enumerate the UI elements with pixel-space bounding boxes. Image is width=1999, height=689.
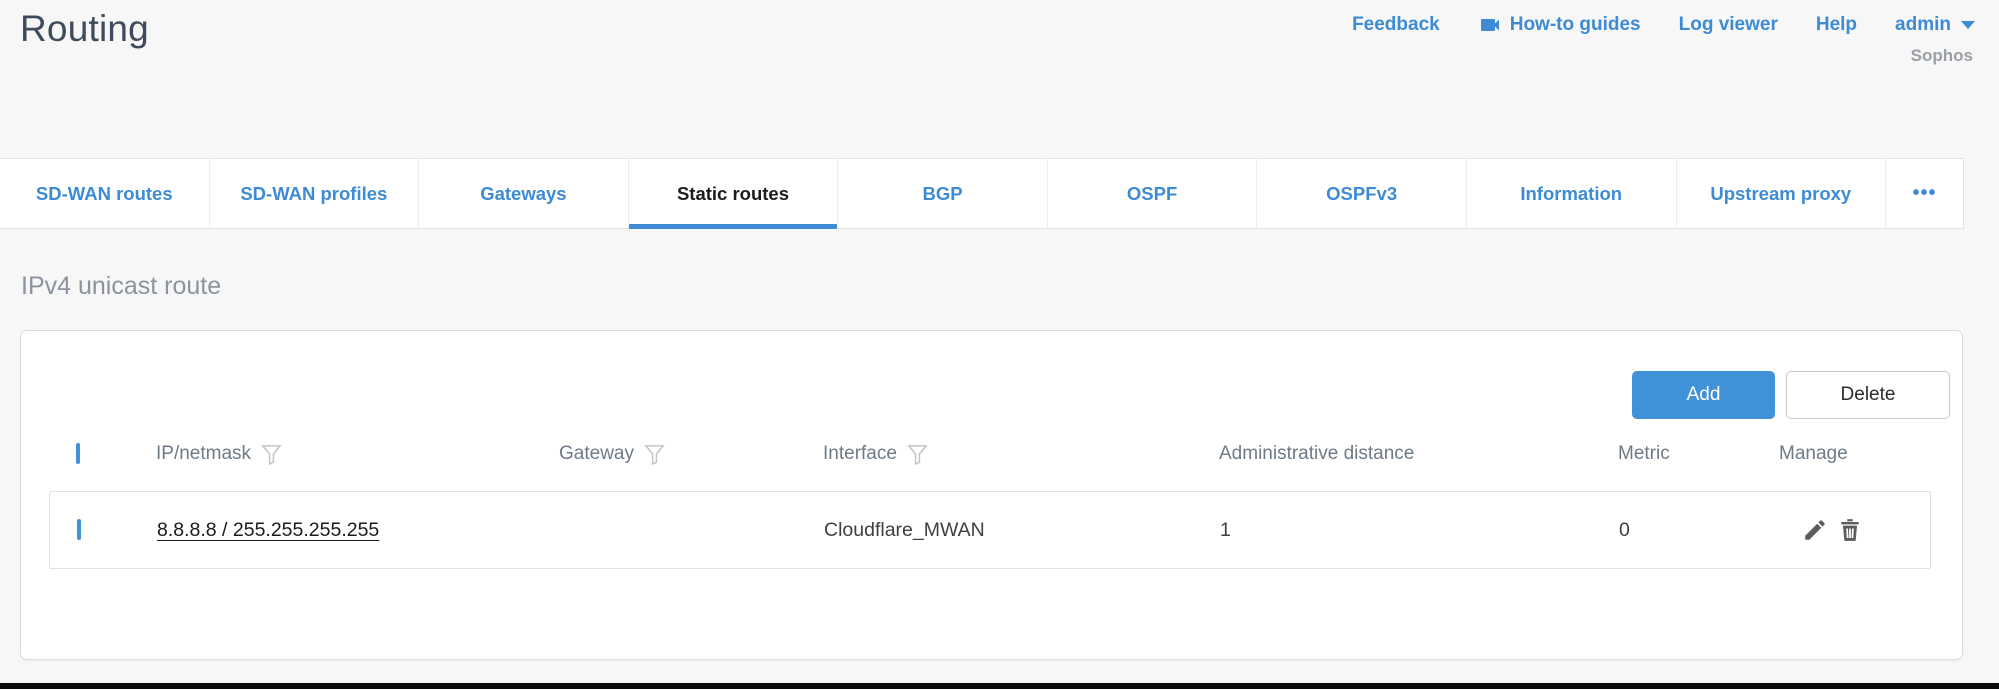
tab-bar: SD-WAN routes SD-WAN profiles Gateways S… [0, 158, 1964, 229]
tab-ospf[interactable]: OSPF [1047, 159, 1257, 228]
metric-label: Metric [1618, 443, 1670, 465]
metric-value: 0 [1619, 519, 1780, 542]
manage-label: Manage [1779, 443, 1848, 465]
column-header-administrative-distance: Administrative distance [1219, 443, 1618, 465]
ipv4-unicast-route-card: Add Delete IP/netmask Gateway Interface … [20, 330, 1963, 660]
top-nav: Feedback How-to guides Log viewer Help a… [1352, 13, 1975, 37]
tab-upstream-proxy[interactable]: Upstream proxy [1676, 159, 1886, 228]
column-header-ip-netmask: IP/netmask [156, 443, 559, 466]
toolbar: Add Delete [1632, 371, 1950, 419]
column-header-manage: Manage [1779, 443, 1931, 465]
page-title: Routing [20, 8, 149, 50]
log-viewer-label: Log viewer [1679, 14, 1778, 36]
administrative-distance-label: Administrative distance [1219, 443, 1414, 465]
admin-label: admin [1895, 14, 1951, 36]
video-camera-icon [1478, 13, 1502, 37]
route-link[interactable]: 8.8.8.8 / 255.255.255.255 [157, 519, 379, 541]
tab-sd-wan-routes[interactable]: SD-WAN routes [0, 159, 209, 228]
row-checkbox[interactable] [77, 519, 81, 540]
column-header-interface: Interface [823, 443, 1219, 466]
how-to-guides-link[interactable]: How-to guides [1478, 13, 1641, 37]
tab-gateways[interactable]: Gateways [418, 159, 628, 228]
column-header-metric: Metric [1618, 443, 1779, 465]
select-all-checkbox[interactable] [76, 443, 80, 464]
account-name: Sophos [1911, 46, 1973, 66]
feedback-label: Feedback [1352, 14, 1440, 36]
filter-icon[interactable] [907, 443, 928, 466]
column-header-gateway: Gateway [559, 443, 823, 466]
admin-menu[interactable]: admin [1895, 14, 1975, 36]
section-title: IPv4 unicast route [21, 272, 221, 301]
tab-more-menu[interactable]: ••• [1885, 159, 1963, 228]
delete-button[interactable]: Delete [1786, 371, 1950, 419]
table-row: 8.8.8.8 / 255.255.255.255 Cloudflare_MWA… [49, 491, 1931, 569]
manage-actions [1780, 517, 1932, 543]
chevron-down-icon [1961, 21, 1975, 29]
tab-static-routes[interactable]: Static routes [628, 159, 838, 228]
feedback-link[interactable]: Feedback [1352, 14, 1440, 36]
edit-pencil-icon[interactable] [1802, 517, 1828, 543]
gateway-label: Gateway [559, 443, 634, 465]
tab-ospfv3[interactable]: OSPFv3 [1256, 159, 1466, 228]
filter-icon[interactable] [644, 443, 665, 466]
interface-label: Interface [823, 443, 897, 465]
trash-icon[interactable] [1837, 517, 1863, 543]
help-link[interactable]: Help [1816, 14, 1857, 36]
tab-sd-wan-profiles[interactable]: SD-WAN profiles [209, 159, 419, 228]
interface-value: Cloudflare_MWAN [824, 519, 1220, 542]
tab-information[interactable]: Information [1466, 159, 1676, 228]
table-header: IP/netmask Gateway Interface Administrat… [49, 433, 1931, 475]
how-to-guides-label: How-to guides [1510, 14, 1641, 36]
administrative-distance-value: 1 [1220, 519, 1619, 542]
tab-bgp[interactable]: BGP [837, 159, 1047, 228]
ip-netmask-label: IP/netmask [156, 443, 251, 465]
log-viewer-link[interactable]: Log viewer [1679, 14, 1778, 36]
add-button[interactable]: Add [1632, 371, 1775, 419]
help-label: Help [1816, 14, 1857, 36]
window-bottom-edge [0, 683, 1999, 689]
filter-icon[interactable] [261, 443, 282, 466]
